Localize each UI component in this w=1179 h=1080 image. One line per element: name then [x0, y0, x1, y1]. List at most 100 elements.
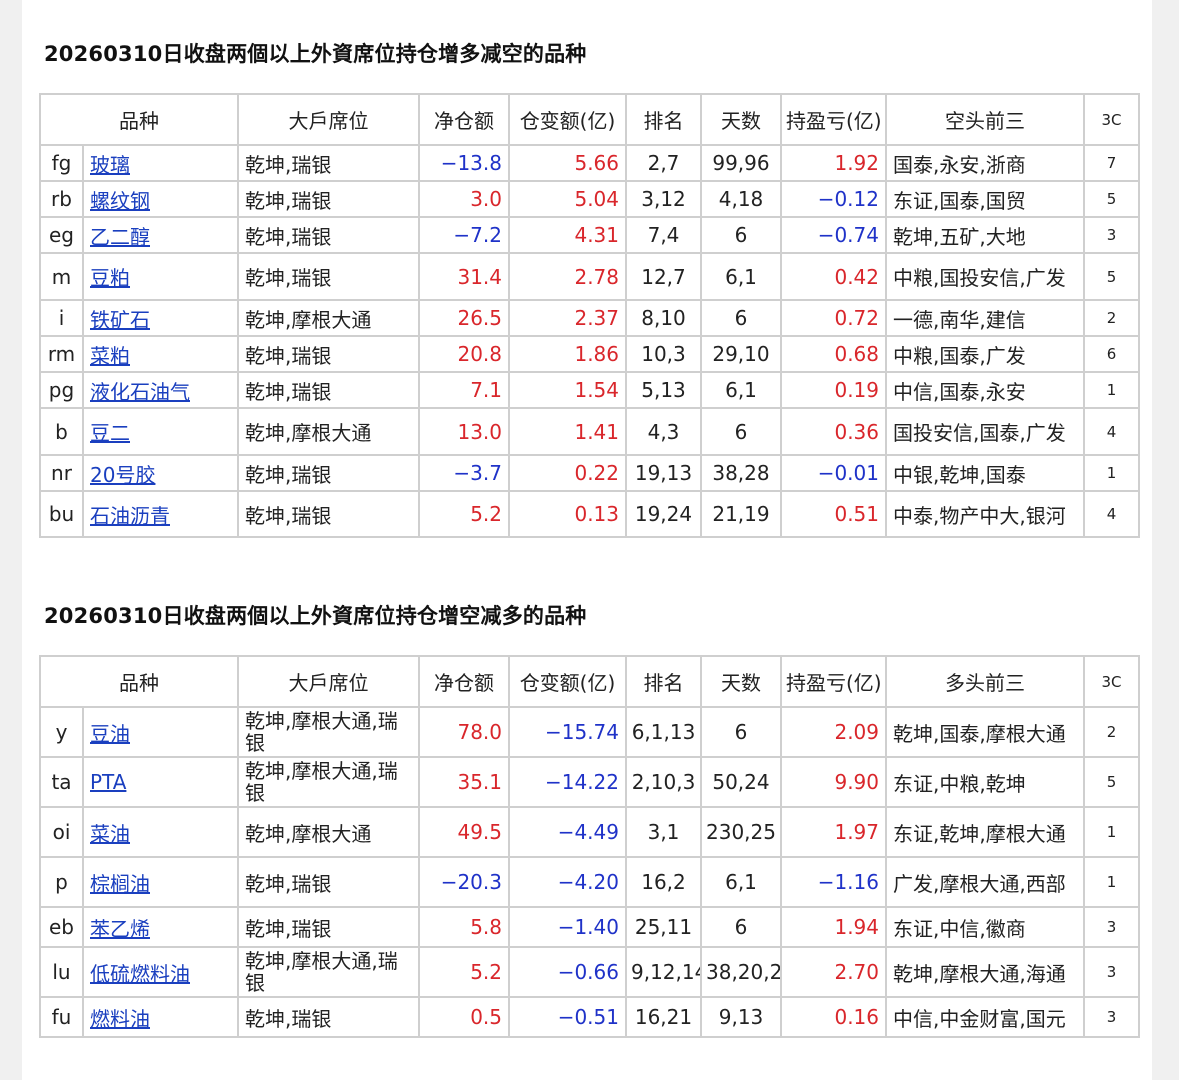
- variety-link[interactable]: 铁矿石: [90, 308, 150, 332]
- position-change-cell-container: −14.22: [508, 756, 627, 808]
- net-position-cell: 3.0: [470, 187, 502, 211]
- variety-link[interactable]: 菜粕: [90, 344, 130, 368]
- seats-cell-container: 乾坤,瑞银: [237, 216, 420, 254]
- variety-link[interactable]: 棕榈油: [90, 872, 150, 896]
- top3-cell-container: 乾坤,摩根大通,海通: [885, 946, 1085, 998]
- table-header-row: 品种 大戶席位 净仓额 仓变额(亿) 排名 天数 持盈亏(亿) 多头前三 3C: [39, 655, 1140, 708]
- variety-link[interactable]: 低硫燃料油: [90, 962, 190, 986]
- days-cell-container: 50,24: [700, 756, 782, 808]
- rank-cell-container: 8,10: [625, 299, 702, 337]
- table-row: p 棕榈油 乾坤,瑞银 −20.3 −4.20 16,2 6,1 −1.16 广发,摩根大通,西…: [39, 856, 1140, 908]
- variety-link[interactable]: 乙二醇: [90, 225, 150, 249]
- days-cell: 9,13: [718, 1005, 764, 1029]
- pnl-cell-container: −0.01: [780, 454, 887, 492]
- seats-cell: 乾坤,瑞银: [245, 871, 332, 896]
- variety-link[interactable]: 玻璃: [90, 153, 130, 177]
- col-header-top3: 空头前三: [885, 93, 1085, 146]
- position-change-cell-container: 5.66: [508, 144, 627, 182]
- c3-cell: 2: [1106, 309, 1117, 327]
- variety-code: eb: [49, 915, 74, 939]
- position-change-cell-container: 2.78: [508, 252, 627, 301]
- col-header-variety: 品种: [39, 93, 239, 146]
- variety-link-container: 棕榈油: [82, 856, 239, 908]
- variety-code-container: ta: [39, 756, 84, 808]
- table-row: fg 玻璃 乾坤,瑞银 −13.8 5.66 2,7 99,96 1.92 国泰,永安,浙商 7: [39, 144, 1140, 182]
- seats-cell: 乾坤,瑞银: [245, 224, 332, 249]
- variety-code: rm: [47, 342, 76, 366]
- net-position-cell: 5.8: [470, 915, 502, 939]
- seats-cell-container: 乾坤,摩根大通: [237, 407, 420, 456]
- variety-link[interactable]: 20号胶: [90, 463, 155, 487]
- variety-link[interactable]: 石油沥青: [90, 504, 170, 528]
- top3-cell-container: 中信,国泰,永安: [885, 371, 1085, 409]
- variety-link[interactable]: 苯乙烯: [90, 917, 150, 941]
- variety-code: m: [51, 264, 72, 289]
- variety-link-container: 石油沥青: [82, 490, 239, 538]
- top3-cell: 乾坤,摩根大通,海通: [893, 961, 1066, 986]
- variety-link[interactable]: 豆二: [90, 421, 130, 445]
- net-position-cell-container: 20.8: [418, 335, 510, 373]
- position-change-cell: 5.04: [574, 187, 619, 211]
- c3-cell: 3: [1106, 1008, 1117, 1026]
- rank-cell: 19,24: [634, 502, 693, 526]
- rank-cell: 2,10,3: [631, 770, 696, 794]
- variety-link-container: 玻璃: [82, 144, 239, 182]
- position-change-cell-container: 1.41: [508, 407, 627, 456]
- top3-cell-container: 东证,中信,徽商: [885, 906, 1085, 948]
- variety-code: rb: [51, 187, 72, 211]
- days-cell: 38,20,2: [706, 960, 781, 984]
- days-cell: 6: [734, 419, 748, 444]
- variety-link[interactable]: 豆粕: [90, 266, 130, 290]
- top3-cell-container: 中泰,物产中大,银河: [885, 490, 1085, 538]
- net-position-cell-container: 5.8: [418, 906, 510, 948]
- seats-cell-container: 乾坤,摩根大通,瑞银: [237, 756, 420, 808]
- table-row: eb 苯乙烯 乾坤,瑞银 5.8 −1.40 25,11 6 1.94 东证,中信,徽商 3: [39, 906, 1140, 948]
- rank-cell-container: 2,10,3: [625, 756, 702, 808]
- position-change-cell-container: −1.40: [508, 906, 627, 948]
- variety-link[interactable]: 液化石油气: [90, 380, 190, 404]
- table-row: rb 螺纹钢 乾坤,瑞银 3.0 5.04 3,12 4,18 −0.12 东证,国泰,国贸 5: [39, 180, 1140, 218]
- days-cell: 50,24: [712, 770, 770, 794]
- c3-cell-container: 1: [1083, 371, 1140, 409]
- seats-cell: 乾坤,摩根大通: [245, 421, 372, 445]
- rank-cell: 7,4: [647, 223, 680, 247]
- c3-cell: 1: [1106, 823, 1117, 841]
- variety-link[interactable]: 豆油: [90, 722, 130, 746]
- table-row: fu 燃料油 乾坤,瑞银 0.5 −0.51 16,21 9,13 0.16 中信,中金财富,国…: [39, 996, 1140, 1038]
- position-change-cell-container: 0.13: [508, 490, 627, 538]
- pnl-cell-container: 0.51: [780, 490, 887, 538]
- col-header-variety: 品种: [39, 655, 239, 708]
- c3-cell: 7: [1106, 154, 1117, 172]
- top3-cell: 东证,中粮,乾坤: [893, 771, 1026, 796]
- net-position-cell-container: 78.0: [418, 706, 510, 758]
- seats-cell-container: 乾坤,摩根大通: [237, 806, 420, 858]
- top3-cell: 中粮,国泰,广发: [893, 343, 1026, 368]
- rank-cell: 16,2: [641, 870, 686, 894]
- c3-cell-container: 5: [1083, 252, 1140, 301]
- c3-cell-container: 1: [1083, 806, 1140, 858]
- c3-cell: 5: [1106, 190, 1117, 208]
- variety-code-container: i: [39, 299, 84, 337]
- net-position-cell: 31.4: [457, 264, 502, 289]
- rank-cell: 8,10: [641, 306, 686, 330]
- top3-cell-container: 东证,国泰,国贸: [885, 180, 1085, 218]
- variety-link[interactable]: 螺纹钢: [90, 189, 150, 213]
- c3-cell-container: 1: [1083, 454, 1140, 492]
- variety-link[interactable]: 菜油: [90, 822, 130, 846]
- pnl-cell-container: 0.42: [780, 252, 887, 301]
- seats-cell: 乾坤,瑞银: [245, 188, 332, 213]
- days-cell-container: 4,18: [700, 180, 782, 218]
- top-table-title: 20260310日收盘两個以上外資席位持仓增多减空的品种: [44, 42, 587, 66]
- position-change-cell-container: −4.49: [508, 806, 627, 858]
- rank-cell: 3,1: [647, 820, 680, 844]
- days-cell: 230,25: [706, 820, 776, 844]
- seats-cell: 乾坤,瑞银: [245, 503, 332, 528]
- variety-link[interactable]: 燃料油: [90, 1007, 150, 1031]
- variety-link[interactable]: PTA: [90, 770, 126, 794]
- days-cell-container: 38,20,2: [700, 946, 782, 998]
- top3-cell: 中信,中金财富,国元: [893, 1006, 1066, 1031]
- variety-link-container: 燃料油: [82, 996, 239, 1038]
- variety-code: eg: [49, 223, 74, 247]
- days-cell-container: 9,13: [700, 996, 782, 1038]
- rank-cell: 12,7: [641, 264, 686, 289]
